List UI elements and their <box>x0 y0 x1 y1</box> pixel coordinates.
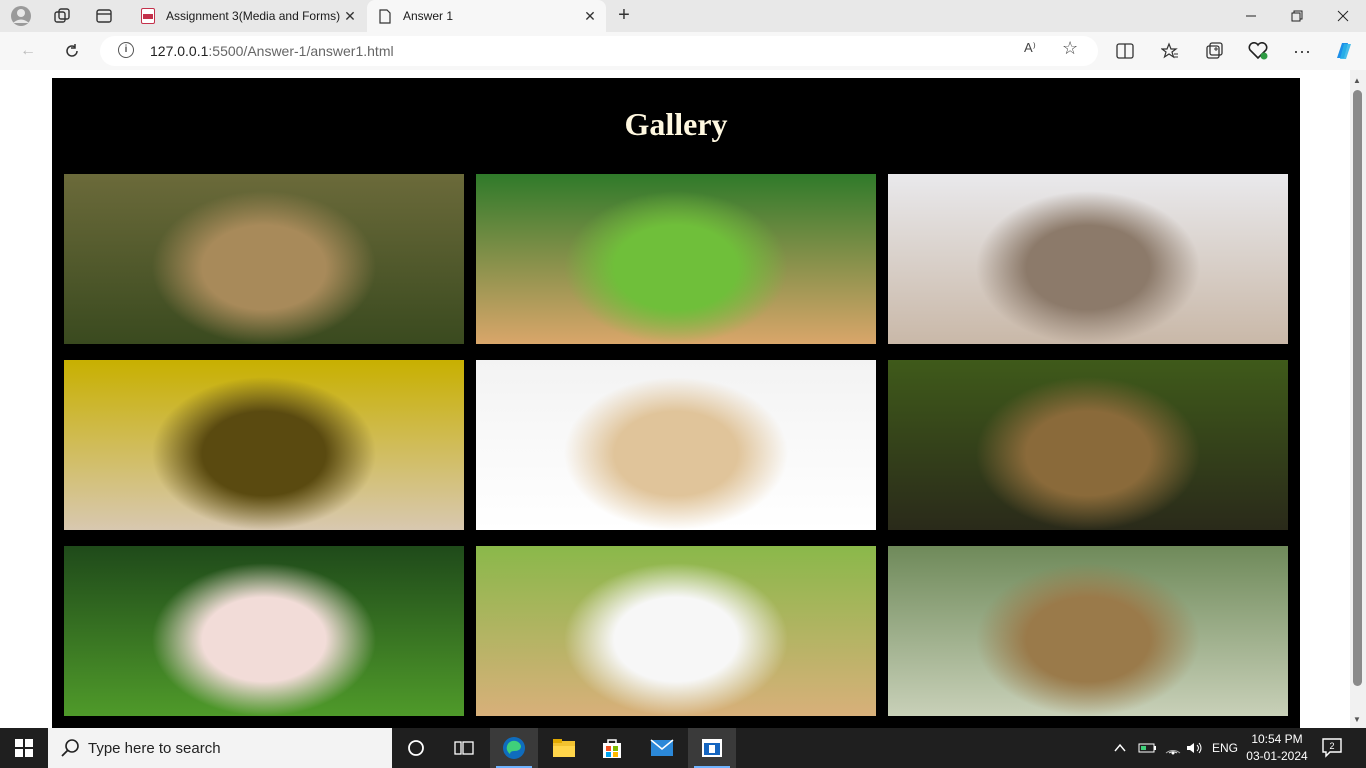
profile-avatar-icon[interactable] <box>9 4 33 28</box>
puppy-and-kitten-sleeping-photo <box>476 360 876 530</box>
battery-icon[interactable] <box>1138 728 1158 768</box>
notification-count: 2 <box>1329 741 1334 751</box>
browser-tab-strip: Assignment 3(Media and Forms) ✕ Answer 1… <box>0 0 1366 32</box>
browser-toolbar: ← i 127.0.0.1:5500/Answer-1/answer1.html… <box>0 32 1366 70</box>
close-window-button[interactable] <box>1320 0 1366 32</box>
settings-more-icon[interactable]: ··· <box>1288 38 1316 64</box>
cortana-icon[interactable] <box>392 728 440 768</box>
site-info-icon[interactable]: i <box>118 42 134 58</box>
new-tab-button[interactable]: + <box>612 4 636 28</box>
close-tab-icon[interactable]: ✕ <box>340 8 360 25</box>
split-screen-icon[interactable] <box>1111 38 1139 64</box>
page-icon <box>377 8 393 24</box>
scroll-up-icon[interactable]: ▲ <box>1353 76 1361 85</box>
corgi-in-hat-photo <box>64 360 464 530</box>
search-icon <box>61 739 79 757</box>
browser-essentials-icon[interactable] <box>1244 38 1272 64</box>
mail-icon[interactable] <box>638 728 686 768</box>
puppy-and-kitten-photo <box>888 360 1288 530</box>
back-button[interactable]: ← <box>14 38 42 64</box>
taskbar-search-box[interactable]: Type here to search <box>48 728 392 768</box>
task-view-icon[interactable] <box>440 728 488 768</box>
tab-answer-1[interactable]: Answer 1 ✕ <box>367 0 606 32</box>
hedgehog-photo <box>888 174 1288 344</box>
start-button[interactable] <box>0 728 48 768</box>
restore-button[interactable] <box>1274 0 1320 32</box>
page-viewport: Gallery ▲ ▼ <box>0 70 1366 728</box>
gallery-heading: Gallery <box>624 106 728 142</box>
system-clock[interactable]: 10:54 PM 03-01-2024 <box>1246 731 1308 765</box>
quokka-photo <box>64 174 464 344</box>
url-text: 127.0.0.1:5500/Answer-1/answer1.html <box>150 43 394 59</box>
volume-icon[interactable] <box>1186 728 1204 768</box>
show-hidden-icons[interactable] <box>1114 728 1126 768</box>
clock-time: 10:54 PM <box>1251 732 1303 746</box>
scroll-down-icon[interactable]: ▼ <box>1353 715 1361 724</box>
gallery-container: Gallery <box>52 78 1300 728</box>
tab-actions-icon[interactable] <box>92 4 116 28</box>
file-explorer-icon[interactable] <box>540 728 588 768</box>
network-icon[interactable] <box>1164 728 1182 768</box>
vscode-taskbar-icon[interactable] <box>688 728 736 768</box>
vertical-scrollbar[interactable]: ▲ ▼ <box>1350 70 1366 728</box>
refresh-button[interactable] <box>58 38 86 64</box>
piglet-photo <box>64 546 464 716</box>
tab-title: Assignment 3(Media and Forms) <box>166 9 340 23</box>
copilot-icon[interactable] <box>1330 38 1358 64</box>
bunnies-photo <box>476 546 876 716</box>
read-aloud-icon[interactable]: A⁾ <box>1024 40 1036 56</box>
windows-taskbar: Type here to search ENG 10:54 PM 03-01-2… <box>0 728 1366 768</box>
search-placeholder: Type here to search <box>88 739 221 757</box>
workspaces-icon[interactable] <box>50 4 74 28</box>
kitten-in-grass-photo <box>476 174 876 344</box>
notifications-icon[interactable]: 2 <box>1322 728 1344 768</box>
collections-icon[interactable] <box>1200 38 1228 64</box>
scrollbar-thumb[interactable] <box>1353 90 1362 686</box>
clock-date: 03-01-2024 <box>1246 749 1308 763</box>
address-bar[interactable]: i 127.0.0.1:5500/Answer-1/answer1.html A… <box>100 36 1098 66</box>
giraffe-photo <box>888 546 1288 716</box>
close-tab-icon[interactable]: ✕ <box>580 8 600 25</box>
microsoft-store-icon[interactable] <box>588 728 636 768</box>
tab-title: Answer 1 <box>403 9 454 23</box>
favorite-star-icon[interactable]: ☆ <box>1062 38 1078 59</box>
tab-assignment[interactable]: Assignment 3(Media and Forms) ✕ <box>130 0 366 32</box>
edge-taskbar-icon[interactable] <box>490 728 538 768</box>
favorites-icon[interactable] <box>1156 38 1184 64</box>
minimize-button[interactable] <box>1228 0 1274 32</box>
pdf-icon <box>140 8 156 24</box>
language-indicator[interactable]: ENG <box>1212 728 1238 768</box>
